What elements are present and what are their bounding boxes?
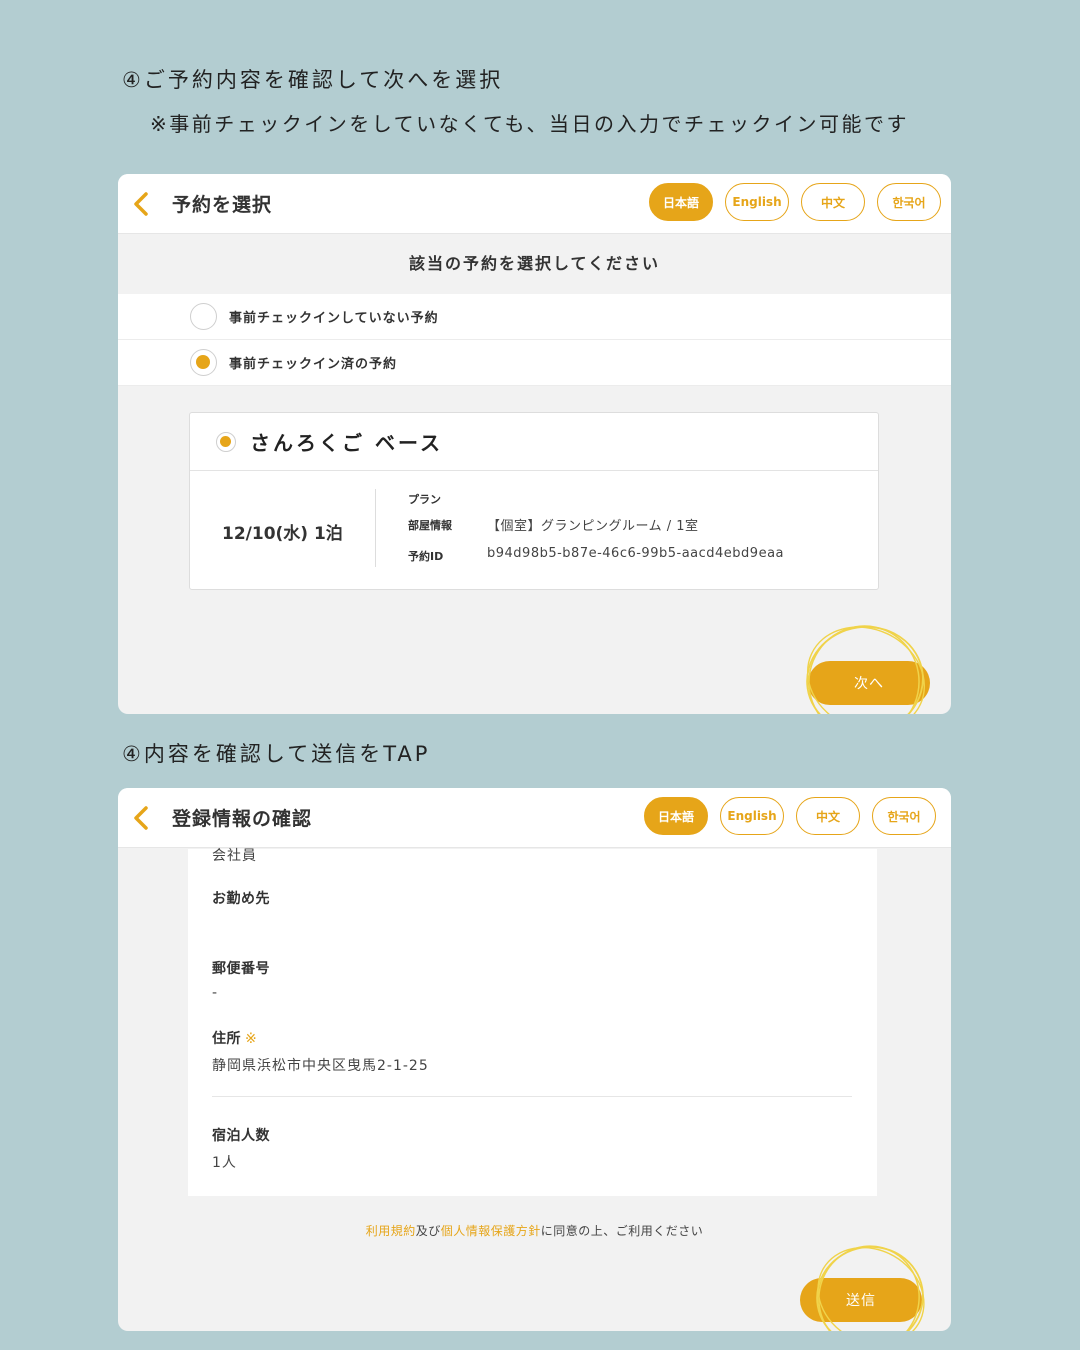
lang-ko-button[interactable]: 한국어 — [877, 183, 941, 221]
postal-code-value: - — [212, 985, 219, 1001]
step-caption-2: ④内容を確認して送信をTAP — [122, 742, 431, 766]
confirmation-screen: 登録情報の確認 日本語 English 中文 한국어 会社員 お勤め先 郵便番号… — [118, 788, 951, 1331]
back-button[interactable] — [118, 788, 164, 848]
plan-label: プラン — [408, 493, 441, 506]
chevron-left-icon — [134, 191, 148, 216]
lang-ja-button[interactable]: 日本語 — [644, 797, 708, 835]
lang-zh-button[interactable]: 中文 — [801, 183, 865, 221]
lang-ko-button[interactable]: 한국어 — [872, 797, 936, 835]
address-value: 静岡県浜松市中央区曳馬2-1-25 — [212, 1058, 429, 1074]
option-not-checked-in[interactable]: 事前チェックインしていない予約 — [118, 294, 951, 340]
facility-name: さんろくご ベース — [250, 431, 443, 455]
divider — [212, 1096, 852, 1097]
option-label: 事前チェックイン済の予約 — [229, 357, 398, 372]
postal-code-label: 郵便番号 — [212, 961, 270, 977]
registration-details: 会社員 お勤め先 郵便番号 - 住所 ※ 静岡県浜松市中央区曳馬2-1-25 宿泊… — [188, 848, 877, 1196]
guests-label: 宿泊人数 — [212, 1128, 270, 1144]
lang-zh-button[interactable]: 中文 — [796, 797, 860, 835]
header: 予約を選択 日本語 English 中文 한국어 — [118, 174, 951, 234]
section-subtitle: 該当の予約を選択してください — [408, 254, 661, 273]
divider — [375, 489, 376, 567]
terms-and: 及び — [415, 1224, 441, 1238]
option-checked-in[interactable]: 事前チェックイン済の予約 — [118, 340, 951, 386]
reservation-id-value: b94d98b5-b87e-46c6-99b5-aacd4ebd9eaa — [487, 546, 784, 561]
guests-value: 1人 — [212, 1155, 237, 1171]
page-title: 予約を選択 — [172, 194, 273, 216]
back-button[interactable] — [118, 174, 164, 234]
room-label: 部屋情報 — [408, 519, 452, 532]
radio-button[interactable] — [190, 303, 217, 330]
next-button[interactable]: 次へ — [808, 661, 930, 705]
lang-ja-button[interactable]: 日本語 — [649, 183, 713, 221]
occupation-value: 会社員 — [212, 848, 257, 864]
workplace-label: お勤め先 — [212, 891, 270, 907]
option-label: 事前チェックインしていない予約 — [229, 311, 439, 326]
lang-en-button[interactable]: English — [720, 797, 784, 835]
send-button[interactable]: 送信 — [800, 1278, 922, 1322]
terms-link[interactable]: 利用規約 — [366, 1224, 416, 1238]
reservation-select-screen: 予約を選択 日本語 English 中文 한국어 該当の予約を選択してください … — [118, 174, 951, 714]
required-mark: ※ — [245, 1031, 258, 1047]
language-switcher: 日本語 English 中文 한국어 — [644, 797, 936, 835]
stay-date: 12/10(水) 1泊 — [222, 524, 343, 544]
address-label: 住所 ※ — [212, 1028, 257, 1048]
header: 登録情報の確認 日本語 English 中文 한국어 — [118, 788, 951, 848]
card-header: さんろくご ベース — [190, 413, 878, 471]
terms-notice: 利用規約及び個人情報保護方針に同意の上、ご利用ください — [118, 1222, 951, 1239]
privacy-policy-link[interactable]: 個人情報保護方針 — [441, 1224, 541, 1238]
reservation-radio[interactable] — [216, 431, 236, 452]
address-label-text: 住所 — [212, 1031, 241, 1047]
chevron-left-icon — [134, 805, 148, 830]
reservation-card[interactable]: さんろくご ベース 12/10(水) 1泊 プラン 部屋情報 【個室】グランピン… — [189, 412, 879, 590]
terms-rest: に同意の上、ご利用ください — [540, 1224, 704, 1238]
step-note: ※事前チェックインをしていなくても、当日の入力でチェックイン可能です — [150, 112, 909, 136]
radio-button-selected[interactable] — [190, 349, 217, 376]
room-value: 【個室】グランピングルーム / 1室 — [487, 519, 699, 534]
language-switcher: 日本語 English 中文 한국어 — [649, 183, 941, 221]
page-title: 登録情報の確認 — [172, 808, 313, 830]
reservation-id-label: 予約ID — [408, 550, 444, 563]
step-caption: ④ご予約内容を確認して次へを選択 — [122, 68, 504, 92]
lang-en-button[interactable]: English — [725, 183, 789, 221]
